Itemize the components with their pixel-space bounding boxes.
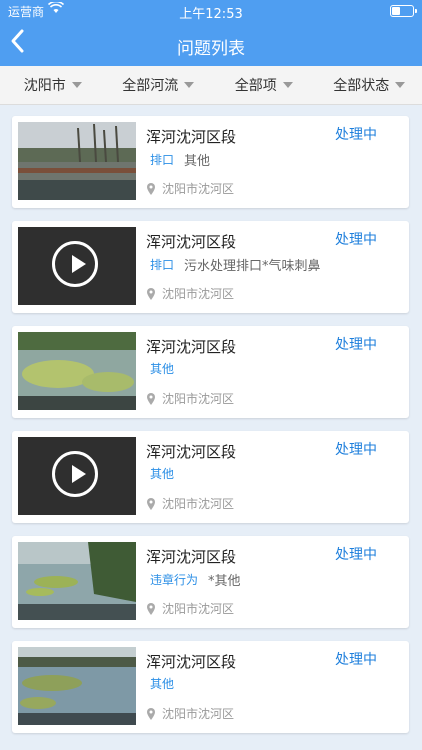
location-label: 沈阳市沈河区: [162, 392, 235, 406]
issue-location: 沈阳市沈河区: [146, 495, 234, 512]
location-label: 沈阳市沈河区: [162, 602, 235, 616]
filter-label: 全部项: [234, 78, 277, 94]
status-badge: 处理中: [335, 652, 377, 668]
location-pin-icon: [147, 602, 155, 615]
issue-photo: [18, 647, 136, 725]
issue-location: 沈阳市沈河区: [146, 390, 234, 407]
status-badge: 处理中: [335, 232, 377, 248]
status-badge: 处理中: [335, 127, 377, 143]
issue-tagline: 其他: [150, 675, 184, 692]
caret-down-icon: [395, 82, 406, 88]
location-label: 沈阳市沈河区: [162, 287, 235, 301]
caret-down-icon: [71, 82, 82, 88]
caret-down-icon: [282, 82, 293, 88]
issue-tagline: 其他: [150, 465, 184, 482]
issue-tag: 违章行为: [150, 573, 199, 587]
status-badge: 处理中: [335, 337, 377, 353]
issue-video: [18, 437, 136, 515]
issue-card[interactable]: 浑河沈河区段 处理中 违章行为 *其他 沈阳市沈河区: [12, 536, 409, 628]
issue-tag: 其他: [150, 677, 175, 691]
issue-tag: 排口: [150, 153, 175, 167]
location-label: 沈阳市沈河区: [162, 497, 235, 511]
filter-status[interactable]: 全部状态: [317, 75, 422, 95]
filter-label: 全部状态: [333, 78, 390, 94]
issue-location: 沈阳市沈河区: [146, 705, 234, 722]
caret-down-icon: [184, 82, 195, 88]
battery-icon: [390, 5, 417, 17]
issue-location: 沈阳市沈河区: [146, 180, 234, 197]
filter-label: 沈阳市: [23, 78, 66, 94]
issue-card[interactable]: 浑河沈河区段 处理中 其他 沈阳市沈河区: [12, 431, 409, 523]
issue-description: 其他: [184, 154, 211, 169]
issue-photo: [18, 542, 136, 620]
issue-name: 浑河沈河区段: [146, 338, 237, 356]
issue-description: *其他: [208, 574, 241, 589]
page-title: 问题列表: [177, 39, 245, 59]
location-pin-icon: [147, 392, 155, 405]
issue-tagline: 其他: [150, 360, 184, 377]
issue-card[interactable]: 浑河沈河区段 处理中 其他 沈阳市沈河区: [12, 326, 409, 418]
issue-card[interactable]: 浑河沈河区段 处理中 排口 其他 沈阳市沈河区: [12, 116, 409, 208]
issue-video: [18, 227, 136, 305]
status-badge: 处理中: [335, 547, 377, 563]
location-pin-icon: [147, 182, 155, 195]
location-label: 沈阳市沈河区: [162, 707, 235, 721]
location-pin-icon: [147, 287, 155, 300]
filter-item[interactable]: 全部项: [211, 75, 317, 95]
header-bar: 运营商 上午12:53 问题列表: [0, 0, 422, 66]
issue-tag: 其他: [150, 467, 175, 481]
issue-location: 沈阳市沈河区: [146, 285, 234, 302]
location-pin-icon: [147, 497, 155, 510]
status-bar: 运营商 上午12:53: [0, 0, 422, 22]
issue-name: 浑河沈河区段: [146, 548, 237, 566]
issue-tag: 其他: [150, 362, 175, 376]
location-label: 沈阳市沈河区: [162, 182, 235, 196]
issue-name: 浑河沈河区段: [146, 653, 237, 671]
filter-bar: 沈阳市 全部河流 全部项 全部状态: [0, 66, 422, 105]
filter-river[interactable]: 全部河流: [106, 75, 212, 95]
filter-label: 全部河流: [122, 78, 179, 94]
issue-name: 浑河沈河区段: [146, 233, 237, 251]
issue-tagline: 排口 污水处理排口*气味刺鼻: [150, 255, 321, 274]
status-badge: 处理中: [335, 442, 377, 458]
issue-card[interactable]: 浑河沈河区段 处理中 其他 沈阳市沈河区: [12, 641, 409, 733]
issue-name: 浑河沈河区段: [146, 443, 237, 461]
issue-tagline: 排口 其他: [150, 150, 210, 169]
play-icon[interactable]: [52, 241, 98, 287]
issue-card[interactable]: 浑河沈河区段 处理中 排口 污水处理排口*气味刺鼻 沈阳市沈河区: [12, 221, 409, 313]
issue-tagline: 违章行为 *其他: [150, 570, 241, 589]
filter-city[interactable]: 沈阳市: [0, 75, 106, 95]
issue-name: 浑河沈河区段: [146, 128, 237, 146]
issue-description: 污水处理排口*气味刺鼻: [184, 259, 321, 274]
clock-label: 上午12:53: [179, 7, 243, 22]
issue-photo: [18, 122, 136, 200]
play-icon[interactable]: [52, 451, 98, 497]
issue-location: 沈阳市沈河区: [146, 600, 234, 617]
issue-photo: [18, 332, 136, 410]
issue-tag: 排口: [150, 258, 175, 272]
location-pin-icon: [147, 707, 155, 720]
